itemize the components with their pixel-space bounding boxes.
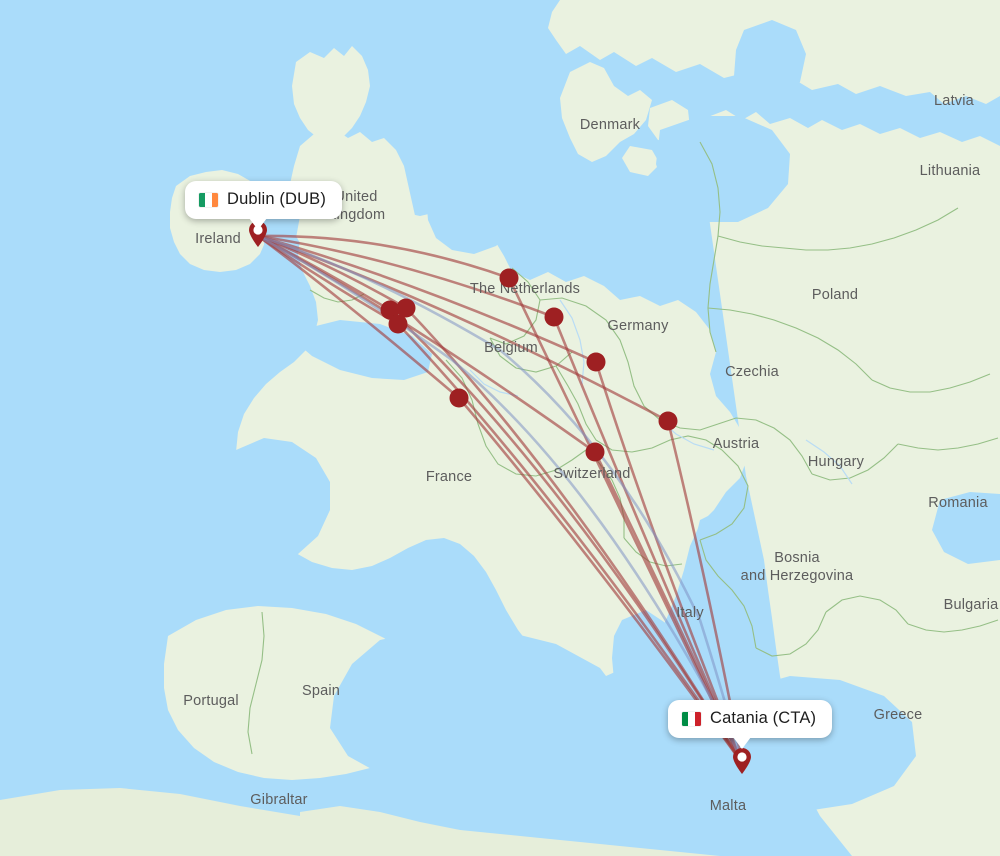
destination-airport-label: Catania (CTA) bbox=[710, 709, 817, 727]
waypoint-marker[interactable] bbox=[388, 314, 408, 334]
destination-airport-pin-catania[interactable] bbox=[731, 747, 753, 775]
waypoint-marker[interactable] bbox=[499, 268, 519, 288]
flight-route-map[interactable]: .land{fill:#eaf2e0;} .land2{fill:#e6eeda… bbox=[0, 0, 1000, 856]
origin-airport-label: Dublin (DUB) bbox=[227, 190, 326, 208]
route-lines-layer: .rt {fill:none;stroke:#a23b3b;stroke-wid… bbox=[256, 234, 744, 765]
waypoint-marker[interactable] bbox=[658, 411, 678, 431]
waypoint-marker[interactable] bbox=[449, 388, 469, 408]
waypoint-marker[interactable] bbox=[586, 352, 606, 372]
waypoint-marker[interactable] bbox=[544, 307, 564, 327]
flag-icon-italy bbox=[682, 711, 701, 726]
destination-airport-label-bubble[interactable]: Catania (CTA) bbox=[668, 700, 833, 749]
origin-airport-label-bubble[interactable]: Dublin (DUB) bbox=[185, 181, 342, 230]
flag-icon-ireland bbox=[199, 192, 218, 207]
waypoint-marker[interactable] bbox=[585, 442, 605, 462]
